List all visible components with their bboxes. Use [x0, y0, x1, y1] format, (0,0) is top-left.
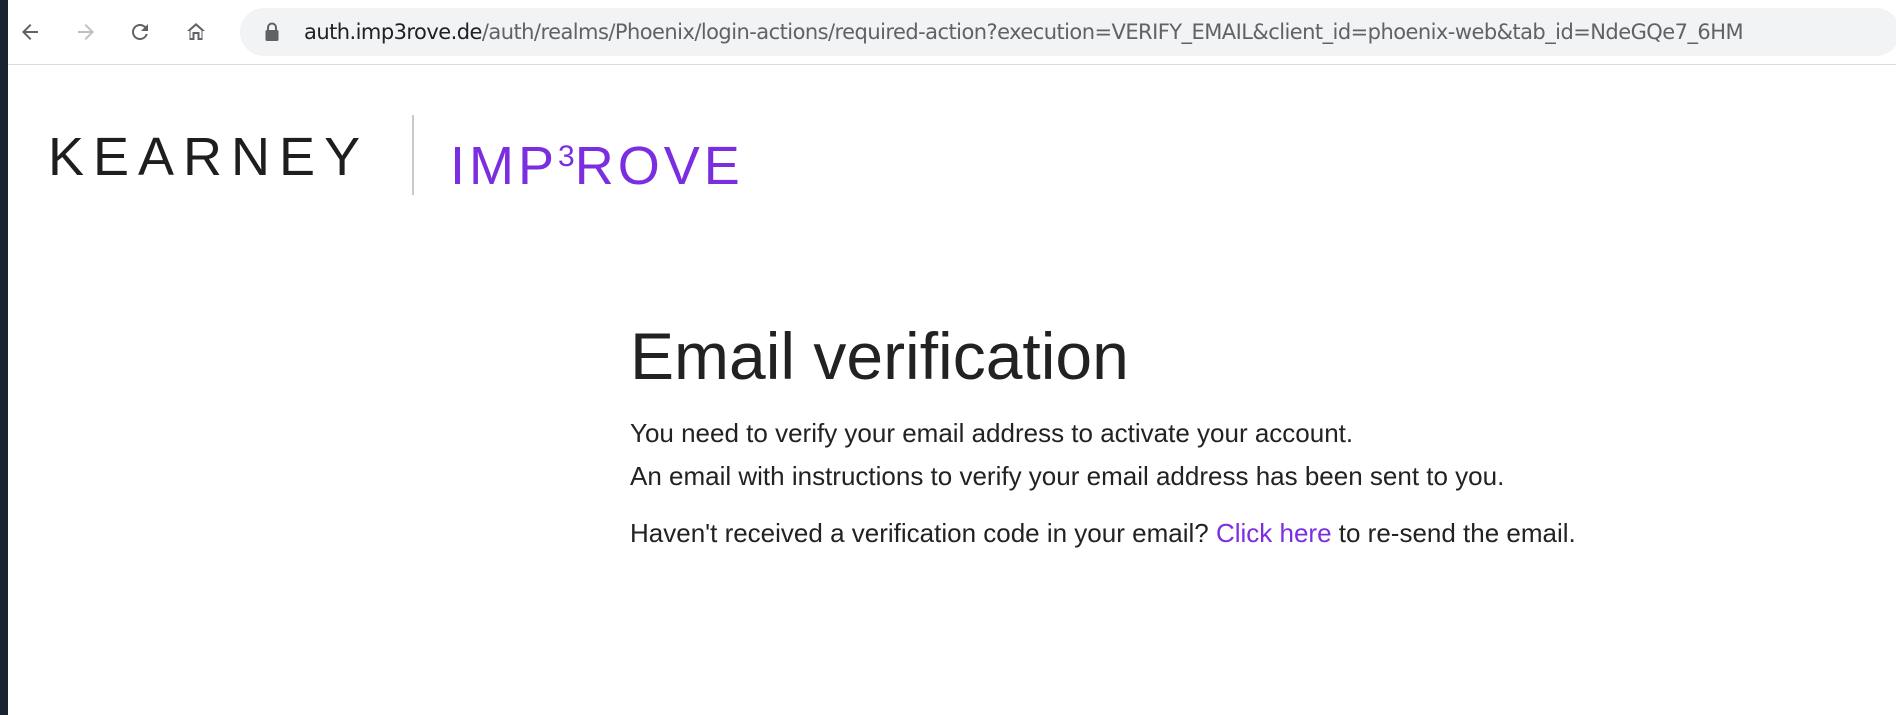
email-sent-text: An email with instructions to verify you…: [630, 461, 1505, 491]
improve-logo: IMP3ROVE: [450, 125, 744, 198]
improve-logo-suffix: ROVE: [574, 136, 744, 196]
logo-divider: [412, 115, 414, 195]
resend-link[interactable]: Click here: [1216, 518, 1332, 548]
improve-logo-sup: 3: [558, 140, 575, 173]
forward-arrow-icon[interactable]: [68, 14, 104, 50]
resend-text: Haven't received a verification code in …: [630, 516, 1576, 550]
resend-prefix: Haven't received a verification code in …: [630, 518, 1209, 548]
reload-icon[interactable]: [122, 14, 158, 50]
improve-logo-prefix: IMP: [450, 136, 559, 196]
kearney-logo: KEARNEY: [48, 127, 370, 187]
back-arrow-icon[interactable]: [12, 14, 48, 50]
browser-toolbar: auth.imp3rove.de/auth/realms/Phoenix/log…: [8, 0, 1896, 65]
resend-suffix: to re-send the email.: [1338, 518, 1576, 548]
lock-icon[interactable]: [264, 22, 280, 42]
url-text[interactable]: auth.imp3rove.de/auth/realms/Phoenix/log…: [304, 20, 1744, 44]
home-icon[interactable]: [178, 14, 214, 50]
desktop-edge: [0, 0, 8, 715]
url-host: auth.imp3rove.de: [304, 20, 482, 44]
address-bar[interactable]: auth.imp3rove.de/auth/realms/Phoenix/log…: [240, 8, 1896, 56]
verify-instruction-text: You need to verify your email address to…: [630, 418, 1354, 448]
url-path: /auth/realms/Phoenix/login-actions/requi…: [481, 20, 1744, 44]
page-title: Email verification: [630, 319, 1129, 393]
